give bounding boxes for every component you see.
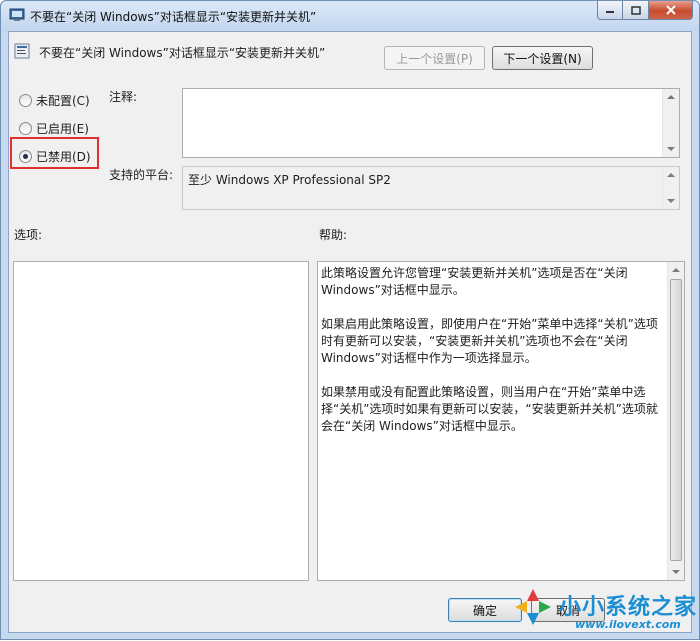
title-bar[interactable]: 不要在“关闭 Windows”对话框显示“安装更新并关机”: [1, 1, 699, 31]
help-paragraph: 如果禁用或没有配置此策略设置，则当用户在“开始”菜单中选择“关机”选项时如果有更…: [321, 385, 658, 433]
maximize-button[interactable]: [623, 1, 649, 20]
minimize-icon: [606, 11, 614, 13]
ok-button[interactable]: 确定: [448, 598, 522, 622]
scroll-down-icon[interactable]: [667, 199, 675, 203]
comment-scrollbar[interactable]: [662, 89, 679, 157]
maximize-icon: [630, 5, 641, 15]
close-icon: [665, 5, 676, 15]
help-pane[interactable]: 此策略设置允许您管理“安装更新并关机”选项是否在“关闭 Windows”对话框中…: [317, 261, 685, 581]
help-text: 此策略设置允许您管理“安装更新并关机”选项是否在“关闭 Windows”对话框中…: [321, 265, 666, 452]
scroll-up-icon[interactable]: [667, 95, 675, 99]
help-scrollbar[interactable]: [667, 262, 684, 580]
platform-value: 至少 Windows XP Professional SP2: [188, 173, 391, 187]
scroll-up-icon[interactable]: [672, 268, 680, 272]
policy-title: 不要在“关闭 Windows”对话框显示“安装更新并关机”: [39, 46, 326, 60]
watermark-logo-icon: [515, 589, 551, 625]
radio-enabled[interactable]: 已启用(E): [19, 120, 89, 136]
caption-buttons: [597, 1, 693, 21]
setting-icon: [14, 43, 30, 59]
radio-button[interactable]: [19, 121, 32, 135]
radio-not-configured[interactable]: 未配置(C): [19, 92, 90, 108]
minimize-button[interactable]: [597, 1, 623, 20]
platform-field: 至少 Windows XP Professional SP2: [182, 166, 680, 210]
scroll-thumb[interactable]: [670, 279, 682, 561]
options-label: 选项:: [14, 228, 43, 242]
site-watermark: 小小系统之家 www.ilovext.com: [513, 587, 700, 641]
next-setting-button[interactable]: 下一个设置(N): [492, 46, 593, 70]
scroll-up-icon[interactable]: [667, 173, 675, 177]
previous-setting-button[interactable]: 上一个设置(P): [384, 46, 485, 70]
watermark-name: 小小系统之家: [559, 595, 698, 620]
radio-label: 未配置(C): [36, 93, 90, 108]
options-pane: [13, 261, 309, 581]
platform-label: 支持的平台:: [109, 168, 174, 182]
scroll-down-icon[interactable]: [672, 570, 680, 574]
window-title: 不要在“关闭 Windows”对话框显示“安装更新并关机”: [30, 10, 317, 24]
platform-scrollbar[interactable]: [662, 167, 679, 209]
help-paragraph: 如果启用此策略设置，即使用户在“开始”菜单中选择“关机”选项时有更新可以安装，“…: [321, 317, 658, 365]
radio-button[interactable]: [19, 93, 32, 107]
close-button[interactable]: [649, 1, 693, 20]
comment-textarea[interactable]: [182, 88, 680, 158]
help-paragraph: 此策略设置允许您管理“安装更新并关机”选项是否在“关闭 Windows”对话框中…: [321, 266, 628, 297]
help-label: 帮助:: [319, 228, 348, 242]
radio-label: 已禁用(D): [36, 149, 91, 164]
policy-icon: [9, 8, 25, 21]
radio-label: 已启用(E): [36, 121, 89, 136]
scroll-down-icon[interactable]: [667, 147, 675, 151]
radio-disabled[interactable]: 已禁用(D): [19, 148, 91, 164]
dialog-client-area: 不要在“关闭 Windows”对话框显示“安装更新并关机” 上一个设置(P) 下…: [8, 31, 692, 633]
comment-label: 注释:: [109, 90, 138, 104]
policy-dialog-window: 不要在“关闭 Windows”对话框显示“安装更新并关机” 不要在“关闭 Win…: [0, 0, 700, 640]
radio-button-selected[interactable]: [19, 149, 32, 163]
watermark-url: www.ilovext.com: [575, 618, 681, 631]
